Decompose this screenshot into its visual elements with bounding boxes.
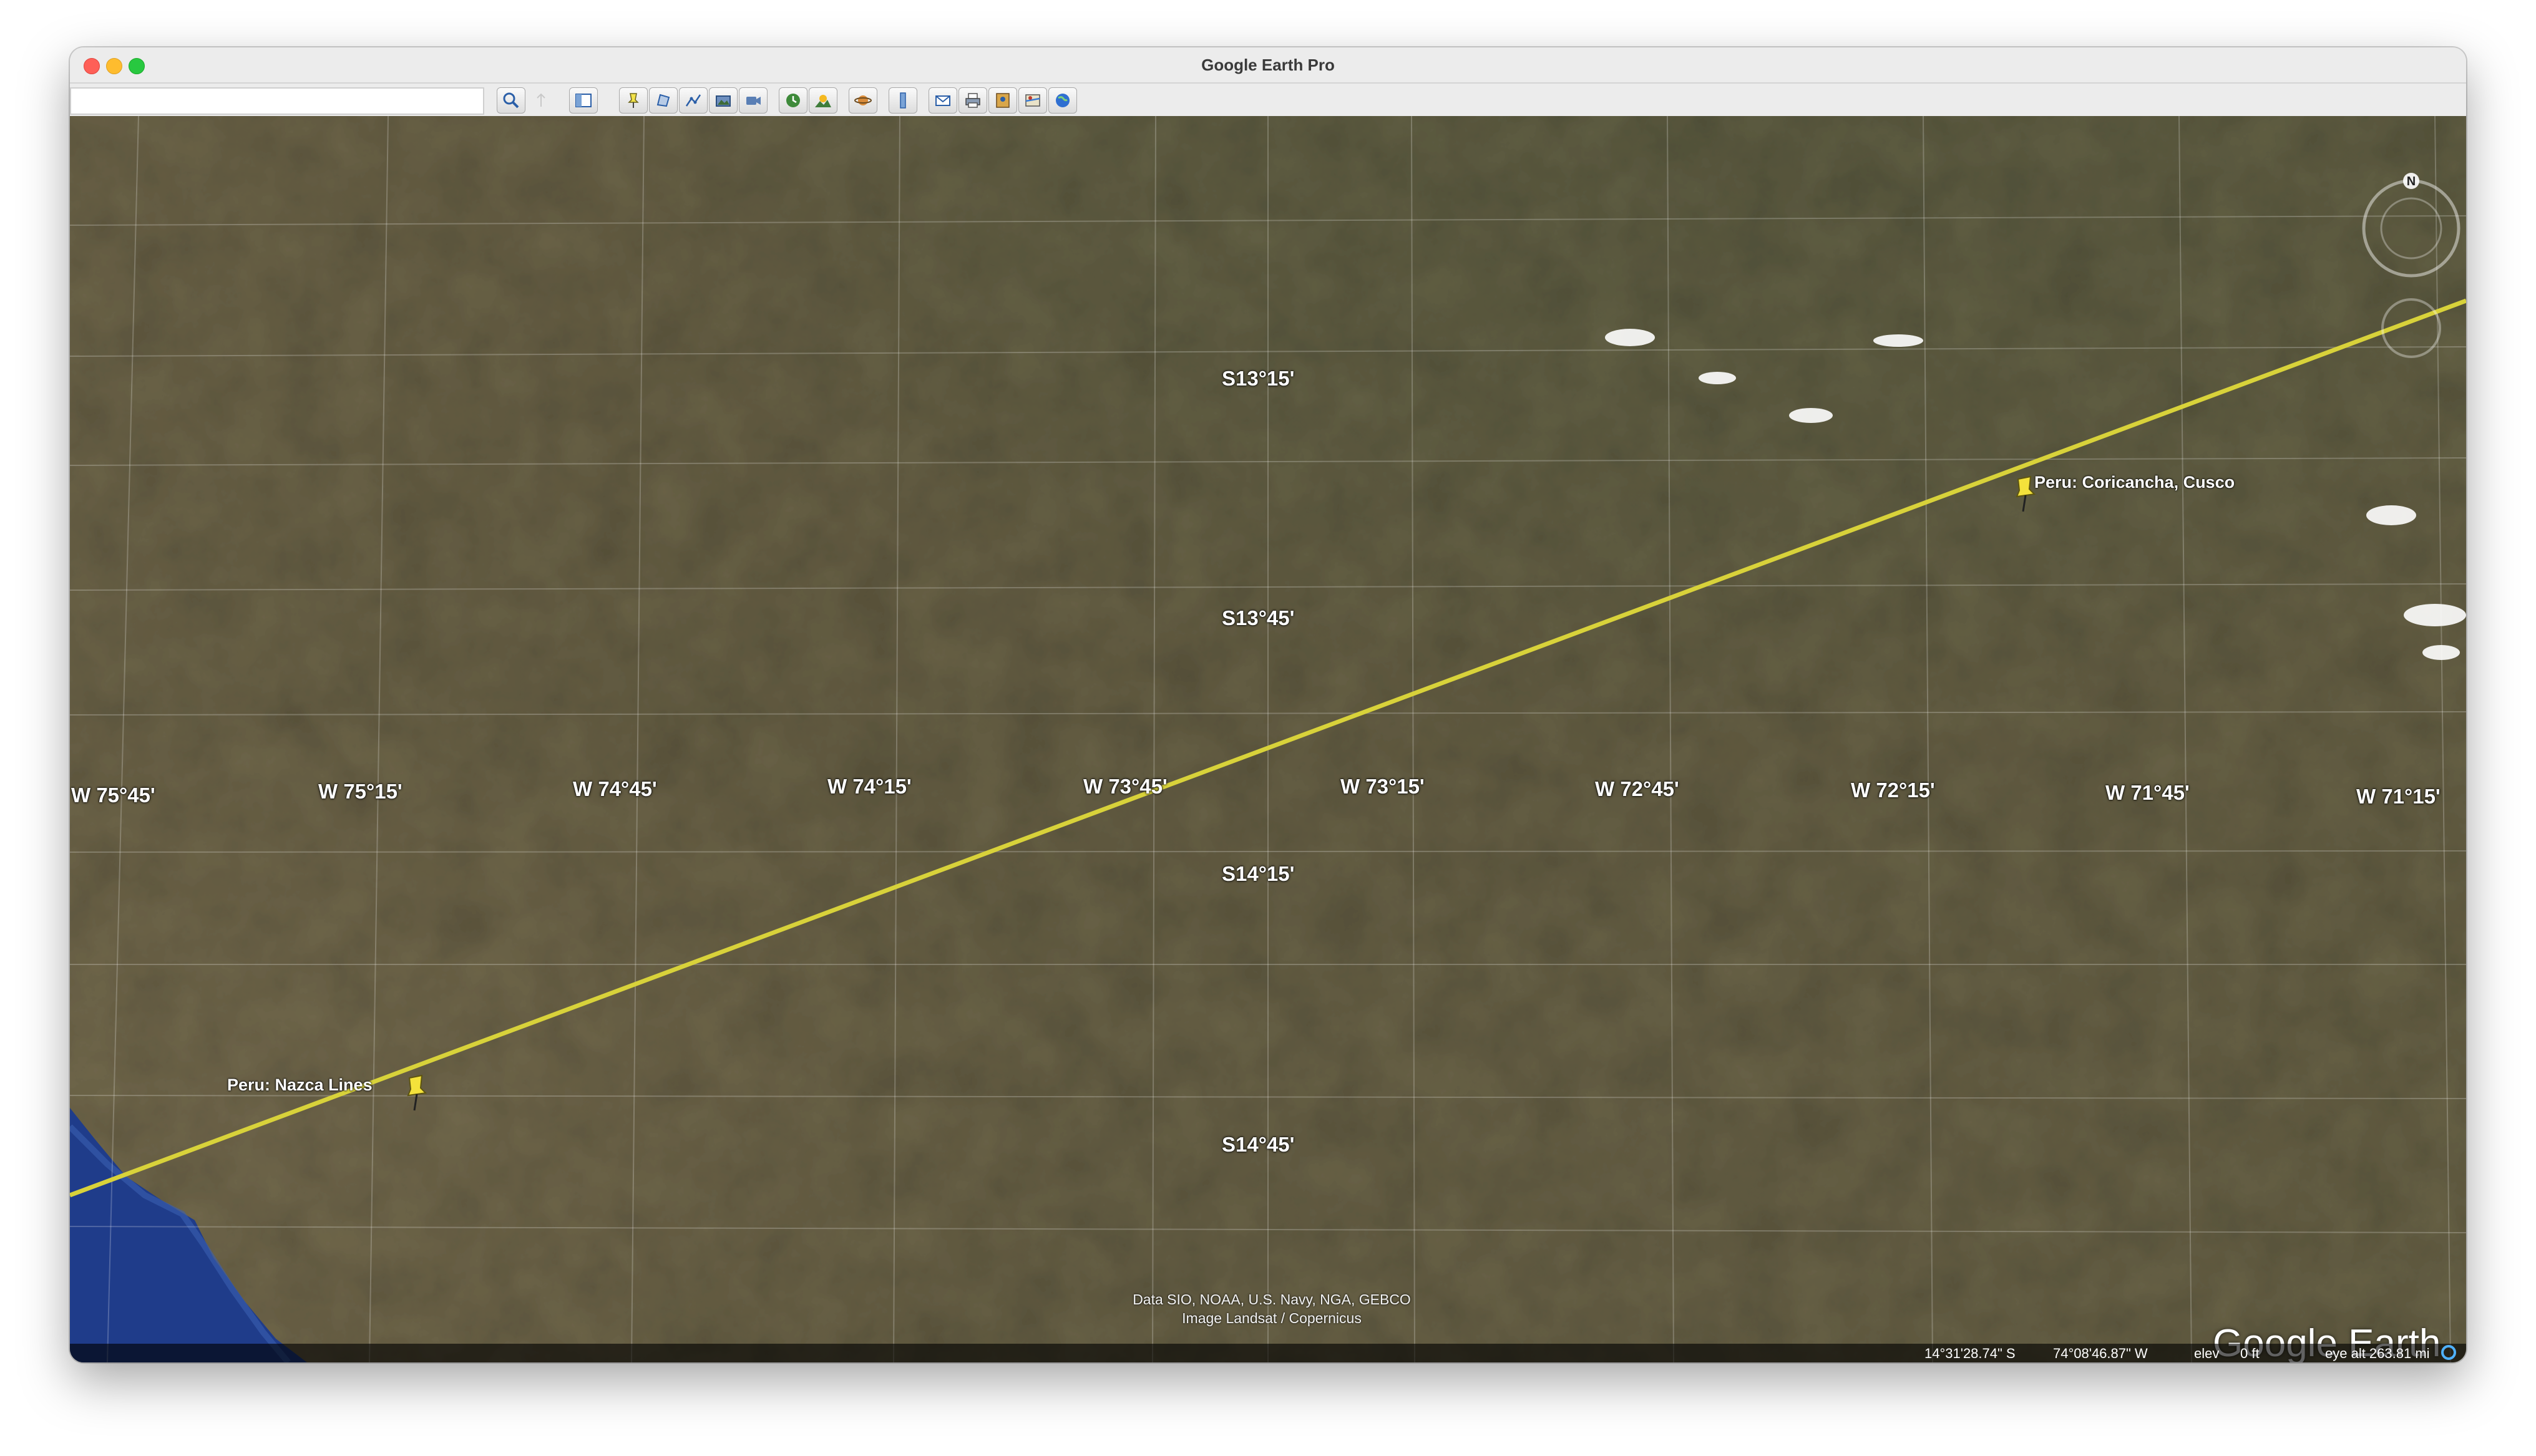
search-icon xyxy=(503,92,519,109)
latitude-label: S13°15' xyxy=(1222,367,1295,390)
switch-planet-icon xyxy=(854,95,872,105)
longitude-label: W 73°45' xyxy=(1083,775,1168,798)
sign-in-earth-button[interactable] xyxy=(1048,87,1077,114)
imagery-credits: Data SIO, NOAA, U.S. Navy, NGA, GEBCO Im… xyxy=(1097,1290,1446,1327)
compass-ring-icon[interactable] xyxy=(2362,179,2460,278)
placemark-label[interactable]: Peru: Nazca Lines xyxy=(227,1075,373,1095)
add-polygon-icon xyxy=(656,94,670,107)
email-button[interactable] xyxy=(929,87,957,114)
historical-imagery-button[interactable] xyxy=(779,87,807,114)
view-in-maps-button[interactable] xyxy=(1018,87,1047,114)
longitude-label: W 75°45' xyxy=(71,784,155,807)
sign-in-earth-icon xyxy=(1056,94,1070,107)
sidebar-toggle-icon xyxy=(537,93,545,107)
save-image-button[interactable] xyxy=(988,87,1017,114)
satellite-terrain xyxy=(70,116,2466,1362)
search-input[interactable] xyxy=(70,87,484,115)
longitude-label: W 74°15' xyxy=(827,775,912,798)
data-credit: Data SIO, NOAA, U.S. Navy, NGA, GEBCO xyxy=(1133,1291,1411,1308)
elevation-value: 0 ft xyxy=(2240,1346,2260,1361)
add-placemark-button[interactable] xyxy=(619,87,648,114)
add-path-icon xyxy=(685,94,701,107)
longitude-label: W 72°45' xyxy=(1595,777,1679,800)
record-tour-button[interactable] xyxy=(739,87,768,114)
sunlight-button[interactable] xyxy=(809,87,837,114)
add-placemark-icon xyxy=(628,93,639,108)
app-window: Google Earth Pro S13°15' S13°45' S14°15'… xyxy=(70,47,2466,1362)
sidebar-icon xyxy=(575,94,592,107)
longitude-label: W 71°15' xyxy=(2356,785,2441,808)
image-credit: Image Landsat / Copernicus xyxy=(1182,1310,1362,1326)
add-path-button[interactable] xyxy=(679,87,708,114)
sunlight-icon xyxy=(815,95,831,107)
latitude-label: S14°15' xyxy=(1222,862,1295,885)
pointer-latitude: 14°31'28.74" S xyxy=(1924,1346,2016,1361)
print-button[interactable] xyxy=(958,87,987,114)
add-image-overlay-button[interactable] xyxy=(709,87,738,114)
compass-north-label: N xyxy=(2407,175,2416,188)
record-tour-icon xyxy=(746,97,761,105)
switch-planet-button[interactable] xyxy=(849,87,877,114)
navigation-controls[interactable]: N xyxy=(2361,172,2461,378)
add-polygon-button[interactable] xyxy=(649,87,678,114)
historical-imagery-icon xyxy=(786,94,800,107)
streaming-indicator-icon xyxy=(2441,1345,2456,1360)
pointer-longitude: 74°08'46.87" W xyxy=(2053,1346,2148,1361)
map-view[interactable]: S13°15' S13°45' S14°15' S14°45' W 75°45'… xyxy=(70,116,2466,1362)
search-button[interactable] xyxy=(497,87,525,114)
add-image-overlay-icon xyxy=(716,95,731,107)
title-bar: Google Earth Pro xyxy=(70,47,2466,84)
placemark-label[interactable]: Peru: Coricancha, Cusco xyxy=(2034,473,2235,492)
elevation-label: elev xyxy=(2194,1346,2220,1361)
email-icon xyxy=(935,95,950,106)
eye-altitude: eye alt 263.81 mi xyxy=(2325,1346,2430,1361)
placemark-pin-icon[interactable] xyxy=(401,1074,432,1112)
longitude-label: W 74°45' xyxy=(573,777,657,800)
longitude-label: W 75°15' xyxy=(318,780,402,803)
save-image-icon xyxy=(996,93,1010,108)
print-icon xyxy=(965,93,980,108)
status-bar: 14°31'28.74" S 74°08'46.87" W elev 0 ft … xyxy=(70,1344,2466,1362)
ruler-icon xyxy=(900,92,906,109)
sidebar-button[interactable] xyxy=(569,87,598,114)
view-in-maps-icon xyxy=(1025,94,1040,107)
longitude-label: W 71°45' xyxy=(2105,781,2190,804)
latitude-label: S14°45' xyxy=(1222,1133,1295,1156)
look-joystick-icon[interactable] xyxy=(2381,298,2441,358)
toolbar xyxy=(70,84,2466,117)
sidebar-toggle-button[interactable] xyxy=(527,87,555,114)
latitude-label: S13°45' xyxy=(1222,606,1295,629)
window-title: Google Earth Pro xyxy=(1201,56,1335,74)
longitude-label: W 72°15' xyxy=(1851,779,1935,802)
ruler-button[interactable] xyxy=(889,87,917,114)
longitude-label: W 73°15' xyxy=(1340,775,1425,798)
